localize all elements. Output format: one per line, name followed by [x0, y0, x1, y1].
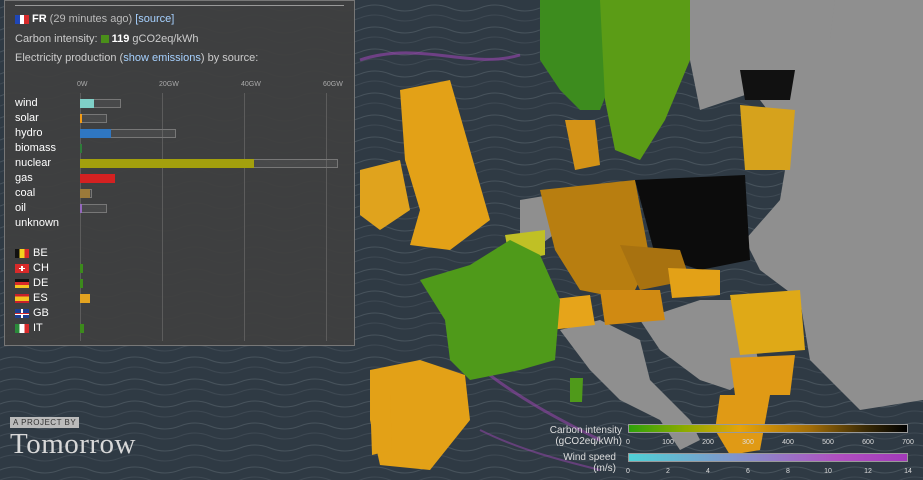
production-bar-gas[interactable] [80, 174, 115, 183]
carbon-legend-title-1: Carbon intensity [549, 425, 622, 436]
exchange-bar-DE[interactable] [80, 279, 83, 288]
logo-tagline: A PROJECT BY [10, 417, 80, 428]
ctick-label-5: 500 [822, 439, 834, 446]
exchange-bar-CH[interactable] [80, 264, 83, 273]
exchange-label-CH: CH [33, 262, 49, 274]
region-austria [600, 290, 665, 325]
axis-tick-1: 20GW [159, 81, 179, 88]
it-flag-icon [15, 324, 29, 333]
exchange-label-DE: DE [33, 277, 49, 289]
production-bar-solar[interactable] [80, 114, 83, 123]
wind-legend-title: Wind speed (m/s) [530, 452, 616, 474]
wtick-label-3: 6 [746, 468, 750, 475]
country-header: FR (29 minutes ago) [source] [15, 13, 174, 25]
wtick-label-7: 14 [904, 468, 912, 475]
axis-tick-0: 0W [77, 81, 88, 88]
region-portugal [370, 395, 392, 455]
gridline-2 [244, 93, 245, 341]
exchange-bar-IT[interactable] [80, 324, 85, 333]
production-bar-biomass[interactable] [80, 144, 82, 153]
ctick-label-4: 400 [782, 439, 794, 446]
source-label-unknown: unknown [15, 217, 60, 229]
wind-legend-ticks: 0 2 4 6 8 10 12 14 [626, 468, 918, 477]
update-time: (29 minutes ago) [49, 13, 133, 25]
region-estonia [740, 70, 795, 100]
capacity-bar-solar[interactable] [80, 114, 107, 123]
ctick-label-7: 700 [902, 439, 914, 446]
carbon-swatch [100, 35, 109, 44]
production-bar-coal[interactable] [80, 189, 91, 198]
wtick-label-4: 8 [786, 468, 790, 475]
exchange-label-IT: IT [33, 322, 43, 334]
source-label-solar: solar [15, 112, 39, 124]
carbon-intensity-label: Carbon intensity: [15, 33, 98, 45]
axis-tick-2: 40GW [241, 81, 261, 88]
carbon-intensity-value: 119 [111, 33, 130, 45]
wind-legend-title-2: (m/s) [593, 463, 616, 474]
production-bar-wind[interactable] [80, 99, 95, 108]
production-bar-nuclear[interactable] [80, 159, 255, 168]
source-label-coal: coal [15, 187, 36, 199]
carbon-legend-title-2: (gCO2eq/kWh) [555, 436, 622, 447]
country-panel: FR (29 minutes ago) [source] Carbon inte… [4, 0, 355, 346]
logo-name: Tomorrow [10, 428, 137, 460]
production-suffix: ) by source: [200, 52, 259, 64]
france-flag-icon [15, 14, 29, 24]
ctick-label-0: 0 [626, 439, 630, 446]
exchange-bar-ES[interactable] [80, 294, 91, 303]
es-flag-icon [15, 294, 29, 303]
source-label-hydro: hydro [15, 127, 43, 139]
de-flag-icon [15, 279, 29, 288]
carbon-legend-ticks: 0 100 200 300 400 500 600 700 [626, 439, 918, 448]
source-label-wind: wind [15, 97, 38, 109]
source-label-biomass: biomass [15, 142, 56, 154]
wtick-label-1: 2 [666, 468, 670, 475]
axis-tick-3: 60GW [323, 81, 343, 88]
wtick-label-2: 4 [706, 468, 710, 475]
country-code: FR [32, 13, 47, 25]
region-romania [730, 290, 805, 355]
source-link[interactable]: [source] [135, 13, 174, 25]
ctick-label-1: 100 [662, 439, 674, 446]
be-flag-icon [15, 249, 29, 258]
production-bar-oil[interactable] [80, 204, 82, 213]
carbon-intensity-unit: gCO2eq/kWh [132, 33, 199, 45]
gridline-3 [326, 93, 327, 341]
ctick-label-3: 300 [742, 439, 754, 446]
carbon-legend-bar [628, 424, 908, 433]
exchange-label-ES: ES [33, 292, 48, 304]
production-heading: Electricity production (show emissions) … [15, 52, 258, 64]
source-label-nuclear: nuclear [15, 157, 52, 169]
region-slovakia [668, 268, 720, 298]
wtick-label-5: 10 [824, 468, 832, 475]
capacity-bar-oil[interactable] [80, 204, 107, 213]
gb-flag-icon [15, 309, 29, 318]
region-baltics [740, 105, 795, 170]
ctick-label-6: 600 [862, 439, 874, 446]
tomorrow-logo[interactable]: A PROJECT BY Tomorrow [10, 412, 136, 461]
carbon-legend-title: Carbon intensity (gCO2eq/kWh) [530, 425, 622, 447]
production-bar-hydro[interactable] [80, 129, 111, 138]
wtick-label-0: 0 [626, 468, 630, 475]
exchange-label-BE: BE [33, 247, 48, 259]
region-bulgaria [730, 355, 795, 395]
source-label-gas: gas [15, 172, 33, 184]
panel-divider [15, 5, 344, 6]
source-label-oil: oil [15, 202, 27, 214]
ch-flag-icon [15, 264, 29, 273]
wind-legend-bar [628, 453, 908, 462]
ctick-label-2: 200 [702, 439, 714, 446]
wtick-label-6: 12 [864, 468, 872, 475]
carbon-intensity-row: Carbon intensity: 119 gCO2eq/kWh [15, 33, 198, 45]
exchange-label-GB: GB [33, 307, 49, 319]
show-emissions-link[interactable]: show emissions [123, 52, 201, 64]
production-prefix: Electricity production ( [15, 52, 124, 64]
wind-legend-title-1: Wind speed [563, 452, 616, 463]
region-sardinia [570, 378, 583, 402]
